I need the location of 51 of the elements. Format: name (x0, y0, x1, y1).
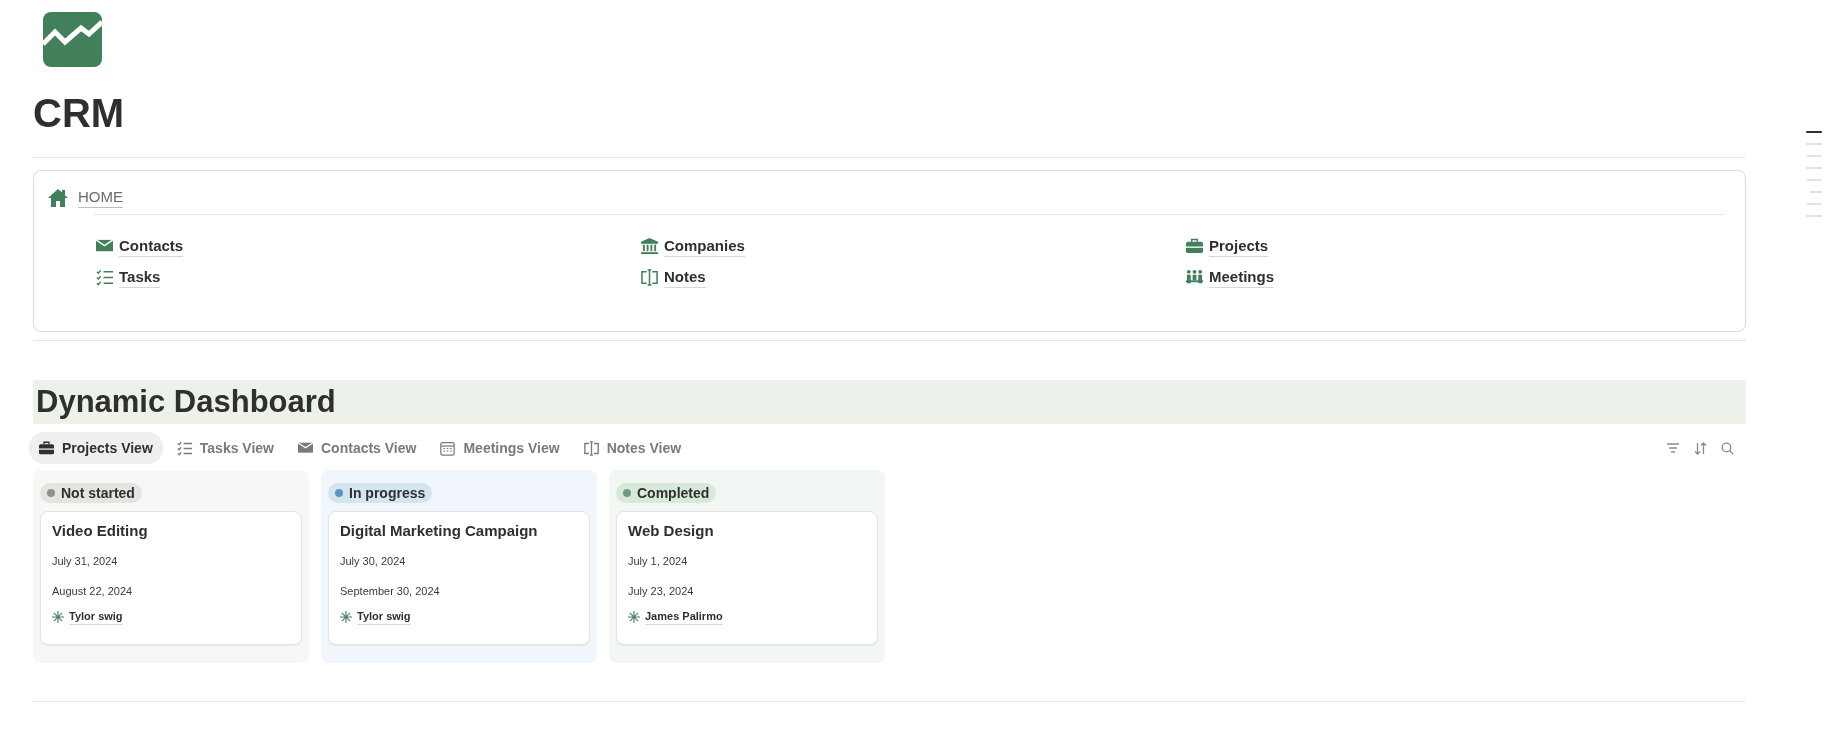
view-tab[interactable]: Meetings View (430, 432, 570, 464)
status-label: Completed (637, 483, 710, 503)
owner-link[interactable]: Tylor swig (69, 609, 123, 625)
view-tab[interactable]: Notes View (573, 432, 692, 464)
start-date: July 31, 2024 (52, 554, 118, 569)
envelope-icon (298, 440, 313, 456)
chart-logo-icon (43, 12, 102, 67)
card-title: Digital Marketing Campaign (340, 521, 538, 541)
nav-link[interactable]: Tasks (119, 266, 161, 288)
asterisk-icon (52, 611, 64, 623)
card-title: Web Design (628, 521, 714, 541)
outline-marker[interactable] (1806, 131, 1822, 133)
sort-icon[interactable] (1694, 441, 1707, 455)
project-card[interactable]: Video Editing July 31, 2024 August 22, 2024 Tylor swig (40, 511, 302, 645)
status-label: Not started (61, 483, 135, 503)
project-card[interactable]: Web Design July 1, 2024 July 23, 2024 James Palirmo (616, 511, 878, 645)
checklist-icon (96, 268, 113, 286)
calendar-icon (440, 440, 456, 456)
nav-link[interactable]: Contacts (119, 235, 184, 257)
status-label: In progress (349, 483, 426, 503)
card-title: Video Editing (52, 521, 148, 541)
view-tab[interactable]: Projects View (29, 432, 163, 464)
end-date: September 30, 2024 (340, 584, 440, 599)
text-cursor-icon (641, 268, 658, 286)
home-icon (48, 188, 68, 207)
page-title: CRM (33, 90, 125, 137)
start-date: July 30, 2024 (340, 554, 406, 569)
end-date: July 23, 2024 (628, 584, 694, 599)
briefcase-icon (1186, 237, 1203, 255)
search-icon[interactable] (1721, 441, 1734, 455)
nav-link[interactable]: Meetings (1209, 266, 1274, 288)
end-date: August 22, 2024 (52, 584, 133, 599)
nav-link[interactable]: Companies (664, 235, 745, 257)
view-tab[interactable]: Contacts View (288, 432, 427, 464)
bank-icon (641, 237, 658, 255)
owner-link[interactable]: James Palirmo (645, 609, 723, 625)
checklist-icon (176, 440, 192, 456)
briefcase-icon (39, 440, 54, 456)
start-date: July 1, 2024 (628, 554, 688, 569)
section-heading: Dynamic Dashboard (36, 383, 336, 421)
view-tab[interactable]: Tasks View (166, 432, 284, 464)
people-icon (1186, 268, 1203, 286)
nav-link[interactable]: Projects (1209, 235, 1269, 257)
owner-link[interactable]: Tylor swig (357, 609, 411, 625)
home-link[interactable]: HOME (78, 187, 123, 208)
filter-icon[interactable] (1666, 443, 1680, 453)
project-card[interactable]: Digital Marketing Campaign July 30, 2024 September 30, 2024 Tylor swig (328, 511, 590, 645)
text-cursor-icon (583, 440, 599, 456)
nav-link[interactable]: Notes (664, 266, 706, 288)
asterisk-icon (340, 611, 352, 623)
asterisk-icon (628, 611, 640, 623)
